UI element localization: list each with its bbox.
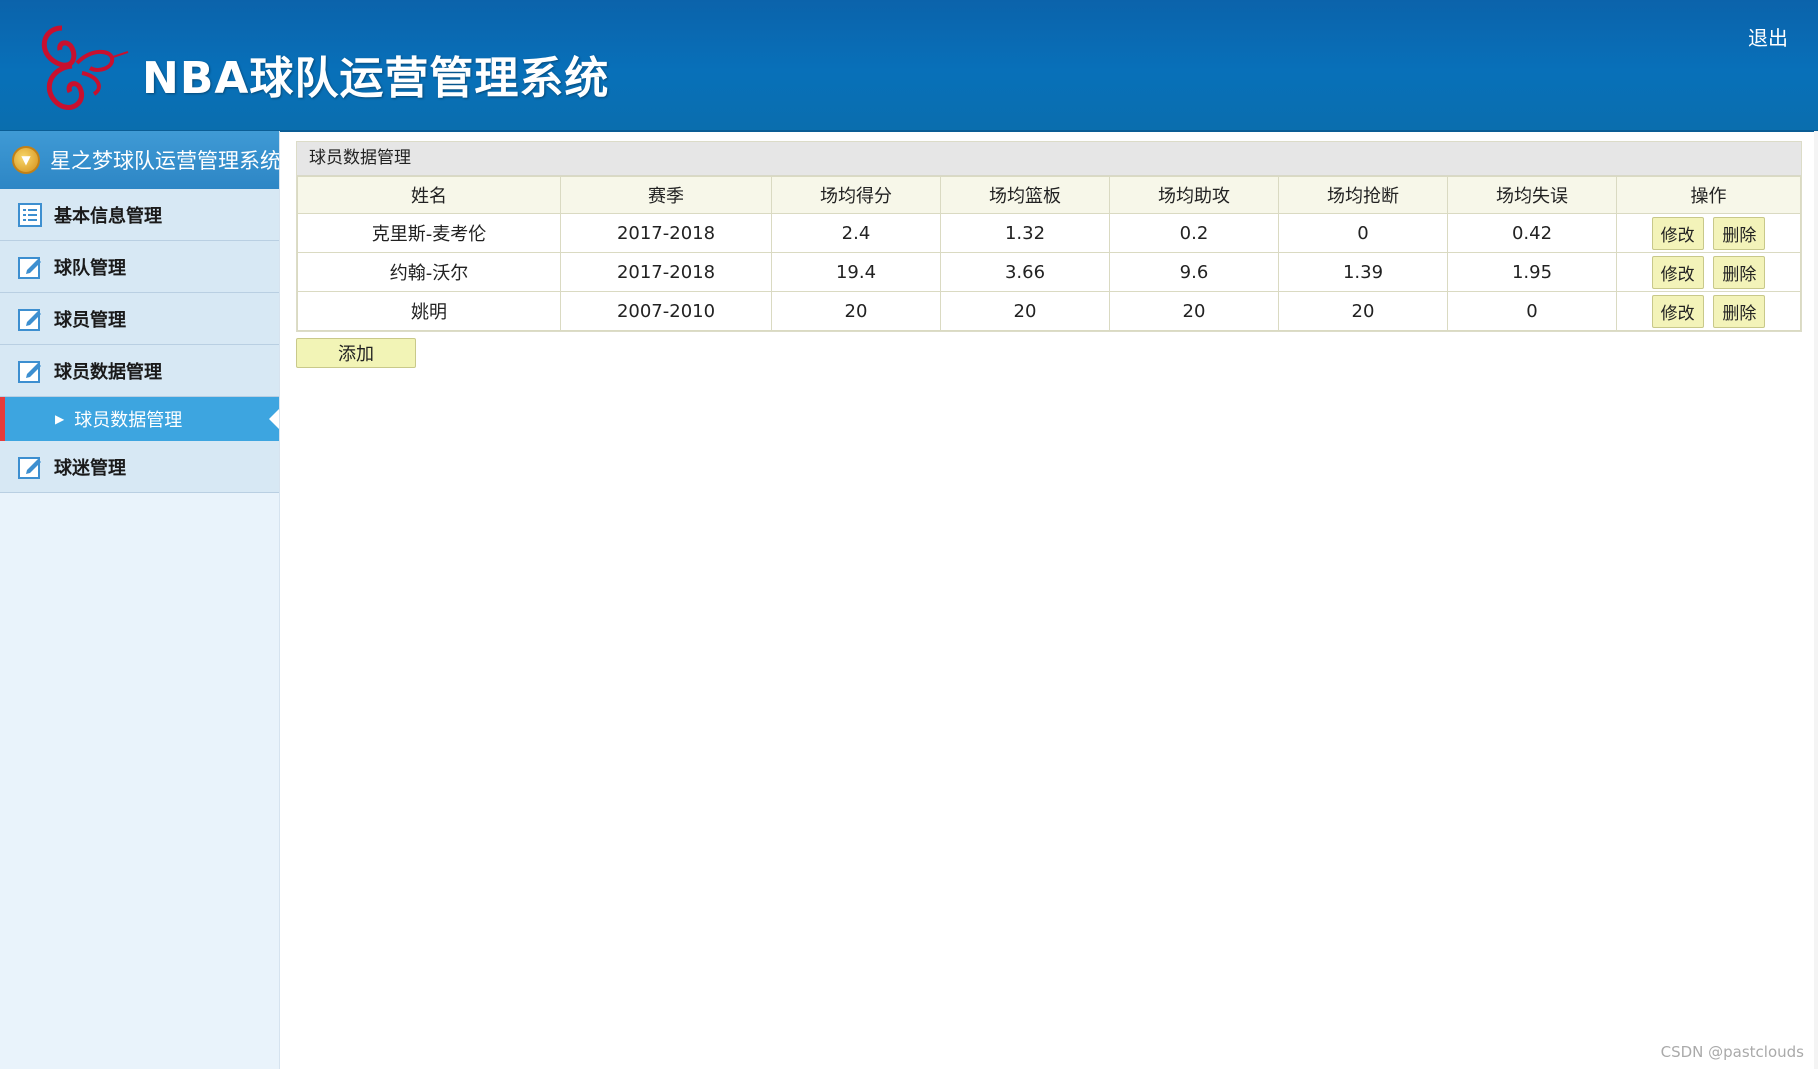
cell-assists: 20 [1109,291,1279,331]
cell-season: 2017-2018 [560,252,772,292]
cell-actions: 修改 删除 [1616,291,1801,331]
watermark: CSDN @pastclouds [1660,1043,1804,1061]
delete-button[interactable]: 删除 [1713,255,1766,289]
player-data-panel: 球员数据管理 姓名 赛季 场均得分 场均篮板 场均助攻 场均抢断 场均失误 操作 [296,141,1802,332]
cell-season: 2007-2010 [560,291,772,331]
table-row: 约翰-沃尔 2017-2018 19.4 3.66 9.6 1.39 1.95 … [297,252,1801,292]
cell-actions: 修改 删除 [1616,213,1801,253]
list-icon [18,202,42,227]
cell-name: 克里斯-麦考伦 [297,213,561,253]
sidebar-item-label: 球员数据管理 [54,361,162,383]
butterfly-logo-icon [41,25,129,110]
sidebar-item-fans[interactable]: 球迷管理 [0,441,279,493]
delete-button[interactable]: 删除 [1713,294,1766,328]
player-data-table: 姓名 赛季 场均得分 场均篮板 场均助攻 场均抢断 场均失误 操作 克里斯-麦考… [297,176,1801,331]
cell-steals: 0 [1278,213,1448,253]
page-scrollbar[interactable] [1814,131,1818,1069]
panel-title: 球员数据管理 [297,142,1801,176]
cell-rebounds: 3.66 [940,252,1110,292]
column-header: 赛季 [560,176,772,214]
chevron-down-icon: ▼ [12,146,40,174]
edit-icon [18,360,41,383]
edit-button[interactable]: 修改 [1651,216,1704,250]
sidebar-item-label: 球员管理 [54,309,126,331]
cell-assists: 0.2 [1109,213,1279,253]
column-header: 场均失误 [1447,176,1617,214]
cell-points: 20 [771,291,941,331]
sidebar-item-player[interactable]: 球员管理 [0,293,279,345]
cell-season: 2017-2018 [560,213,772,253]
edit-button[interactable]: 修改 [1651,294,1704,328]
sidebar-item-label: 球队管理 [54,257,126,279]
cell-assists: 9.6 [1109,252,1279,292]
cell-rebounds: 1.32 [940,213,1110,253]
add-button[interactable]: 添加 [296,338,416,368]
cell-actions: 修改 删除 [1616,252,1801,292]
app-title: NBA球队运营管理系统 [142,53,610,104]
cell-turnovers: 0.42 [1447,213,1617,253]
edit-icon [18,456,41,479]
cell-name: 姚明 [297,291,561,331]
column-header: 操作 [1616,176,1801,214]
column-header: 场均得分 [771,176,941,214]
sidebar-header[interactable]: ▼ 星之梦球队运营管理系统 [0,131,279,189]
column-header: 姓名 [297,176,561,214]
table-row: 克里斯-麦考伦 2017-2018 2.4 1.32 0.2 0 0.42 修改… [297,213,1801,253]
logout-link[interactable]: 退出 [1748,22,1788,51]
sidebar-item-label: 基本信息管理 [54,205,162,227]
sidebar-item-player-data[interactable]: 球员数据管理 [0,345,279,397]
delete-button[interactable]: 删除 [1713,216,1766,250]
column-header: 场均篮板 [940,176,1110,214]
cell-steals: 1.39 [1278,252,1448,292]
column-header: 场均助攻 [1109,176,1279,214]
cell-points: 2.4 [771,213,941,253]
sidebar-item-basic-info[interactable]: 基本信息管理 [0,189,279,241]
cell-steals: 20 [1278,291,1448,331]
cell-turnovers: 1.95 [1447,252,1617,292]
sidebar-subitem-player-data[interactable]: ▶ 球员数据管理 [0,397,279,441]
sidebar-subitem-label: 球员数据管理 [74,410,183,431]
cell-name: 约翰-沃尔 [297,252,561,292]
caret-right-icon: ▶ [55,412,65,426]
edit-icon [18,308,41,331]
table-row: 姚明 2007-2010 20 20 20 20 0 修改 删除 [297,291,1801,331]
app-header: NBA球队运营管理系统 退出 [0,0,1818,132]
cell-turnovers: 0 [1447,291,1617,331]
column-header: 场均抢断 [1278,176,1448,214]
sidebar: ▼ 星之梦球队运营管理系统 基本信息管理 球队管理 球员管理 球员数据管理 ▶ … [0,131,280,1069]
table-header-row: 姓名 赛季 场均得分 场均篮板 场均助攻 场均抢断 场均失误 操作 [297,176,1801,214]
main-content: 球员数据管理 姓名 赛季 场均得分 场均篮板 场均助攻 场均抢断 场均失误 操作 [296,141,1802,368]
sidebar-item-label: 球迷管理 [54,457,126,479]
cell-rebounds: 20 [940,291,1110,331]
sidebar-header-label: 星之梦球队运营管理系统 [50,149,279,173]
sidebar-item-team[interactable]: 球队管理 [0,241,279,293]
edit-icon [18,256,41,279]
edit-button[interactable]: 修改 [1651,255,1704,289]
cell-points: 19.4 [771,252,941,292]
